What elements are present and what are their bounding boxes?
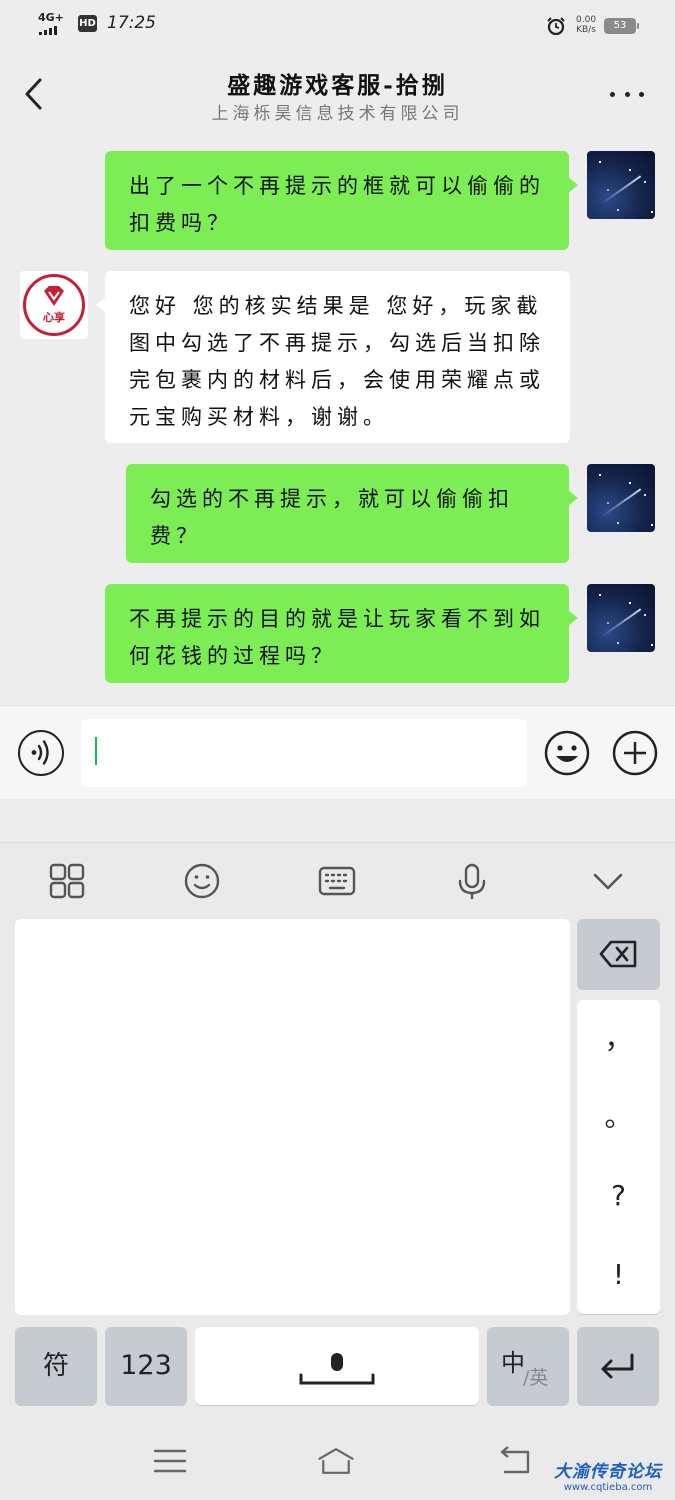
handwriting-keyboard: ， 。 ? ! 符 123 中 /英 [0, 843, 675, 1430]
number-key[interactable]: 123 [105, 1327, 187, 1405]
status-bar: 4G+ HD 17:25 0.00 KB/s 53 [0, 0, 675, 50]
space-key[interactable] [195, 1327, 479, 1405]
watermark-url: www.cqtieba.com [563, 1482, 653, 1493]
backspace-icon [599, 940, 636, 968]
message-text: 您好 您的核实结果是 您好，玩家截图中勾选了不再提示，勾选后当扣除完包裹内的材料… [129, 294, 545, 429]
smile-icon[interactable] [182, 861, 222, 901]
plus-icon[interactable] [612, 730, 658, 776]
battery-icon: 53 [604, 18, 639, 34]
question-key[interactable]: ? [577, 1157, 660, 1235]
input-bar [0, 705, 675, 799]
message-bubble-outgoing[interactable]: 不再提示的目的就是让玩家看不到如何花钱的过程吗？ [105, 584, 578, 683]
clock: 17:25 [107, 13, 156, 33]
space-mic-icon [299, 1353, 375, 1385]
chat-subtitle: 上海栎昊信息技术有限公司 [211, 104, 464, 124]
my-avatar[interactable] [587, 464, 655, 532]
my-avatar[interactable] [587, 584, 655, 652]
text-caret [95, 737, 97, 765]
menu-icon[interactable] [150, 1444, 190, 1478]
keyboard-divider [0, 799, 675, 843]
hd-badge: HD [78, 15, 97, 32]
grid-icon[interactable] [47, 861, 87, 901]
handwriting-area[interactable] [15, 919, 570, 1315]
chevron-down-icon[interactable] [588, 861, 628, 901]
avatar-label: 心享 [43, 311, 65, 324]
alarm-icon [547, 17, 565, 36]
message-text: 勾选的不再提示，就可以偷偷扣费？ [150, 487, 514, 548]
message-bubble-incoming[interactable]: 您好 您的核实结果是 您好，玩家截图中勾选了不再提示，勾选后当扣除完包裹内的材料… [96, 271, 570, 443]
chat-title: 盛趣游戏客服-拾捌 [227, 72, 448, 99]
back-nav-icon[interactable] [496, 1444, 536, 1478]
period-key[interactable]: 。 [577, 1078, 660, 1156]
keyboard-icon[interactable] [317, 861, 357, 901]
watermark: 大渝传奇论坛 www.cqtieba.com [548, 1457, 668, 1493]
voice-icon [31, 740, 49, 765]
lang-main: 中 [501, 1349, 525, 1377]
message-bubble-outgoing[interactable]: 勾选的不再提示，就可以偷偷扣费？ [126, 464, 578, 563]
backspace-key[interactable] [577, 919, 660, 989]
message-bubble-outgoing[interactable]: 出了一个不再提示的框就可以偷偷的扣费吗？ [105, 151, 578, 250]
speed-unit: KB/s [576, 25, 596, 35]
signal-icon [39, 26, 57, 35]
chat-header: 盛趣游戏客服-拾捌 上海栎昊信息技术有限公司 [0, 50, 675, 134]
mic-icon[interactable] [452, 861, 492, 901]
network-type: 4G+ [38, 11, 64, 24]
emoji-icon[interactable] [544, 730, 590, 776]
watermark-title: 大渝传奇论坛 [554, 1462, 662, 1482]
message-input[interactable] [81, 719, 527, 787]
enter-icon [601, 1353, 634, 1379]
my-avatar[interactable] [587, 151, 655, 219]
message-text: 出了一个不再提示的框就可以偷偷的扣费吗？ [129, 174, 545, 235]
punctuation-column: ， 。 ? ! [577, 1000, 660, 1314]
comma-key[interactable]: ， [577, 1000, 660, 1078]
symbol-key[interactable]: 符 [15, 1327, 97, 1405]
enter-key[interactable] [577, 1327, 659, 1405]
voice-input-button[interactable] [18, 730, 64, 776]
network-speed: 0.00 KB/s [576, 15, 596, 35]
exclamation-key[interactable]: ! [577, 1236, 660, 1314]
language-switch-key[interactable]: 中 /英 [487, 1327, 569, 1405]
home-icon[interactable] [316, 1444, 356, 1478]
lang-alt: /英 [523, 1367, 549, 1389]
message-text: 不再提示的目的就是让玩家看不到如何花钱的过程吗？ [129, 607, 545, 668]
more-options-icon[interactable] [606, 80, 648, 108]
diamond-heart-icon [44, 286, 64, 306]
speed-value: 0.00 [576, 15, 597, 25]
agent-avatar[interactable]: 心享 [20, 271, 88, 339]
